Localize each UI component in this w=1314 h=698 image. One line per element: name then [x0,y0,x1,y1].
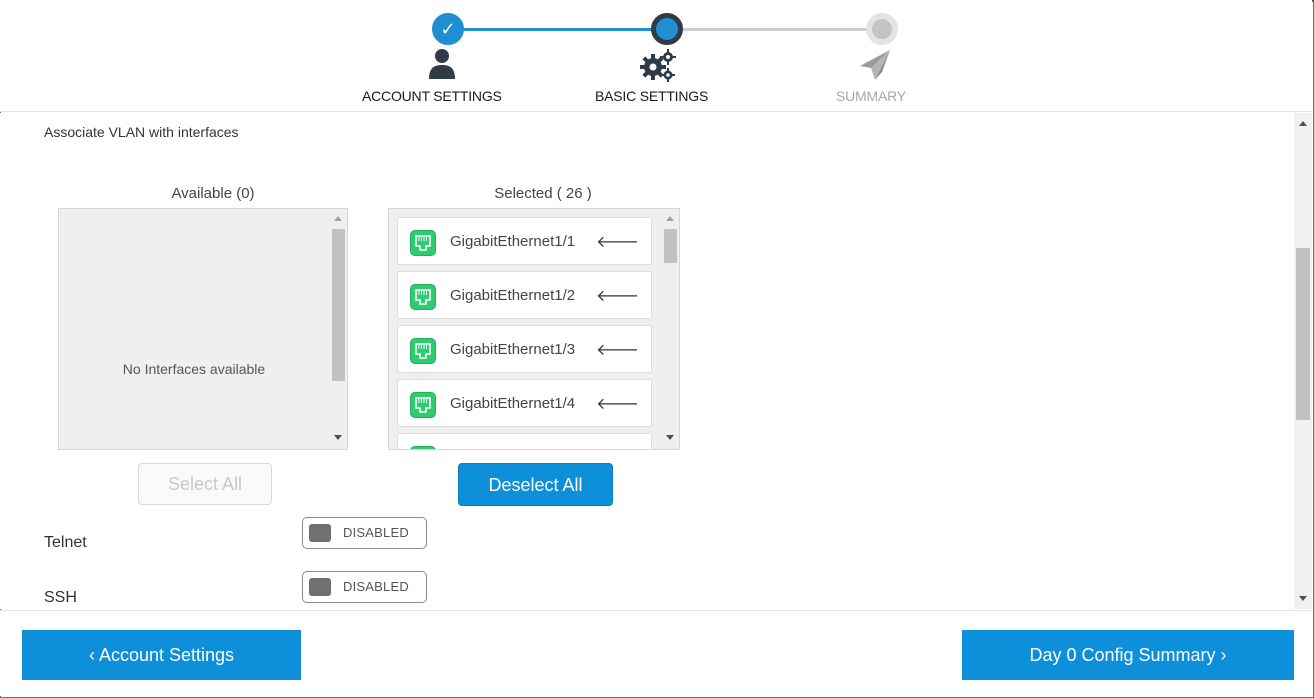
wizard-progress: ✓ ACCOUNT SETTINGS BASIC SETTINGS SUMMAR… [0,0,1312,112]
selected-label: Selected ( 26 ) [494,185,592,202]
list-item[interactable]: GigabitEthernet1/3 🡐 [397,325,652,373]
empty-message: No Interfaces available [122,361,266,377]
scroll-down-icon[interactable] [666,435,674,440]
next-config-summary-button[interactable]: Day 0 Config Summary › [962,630,1294,680]
ethernet-port-icon [410,284,436,310]
interface-name: GigabitEthernet1/2 [450,287,576,304]
selected-interfaces-list[interactable]: GigabitEthernet1/1 🡐 GigabitEthernet1/2 … [388,208,680,450]
toggle-knob [309,578,331,596]
step-label-summary: SUMMARY [836,88,906,104]
back-account-settings-button[interactable]: ‹ Account Settings [22,630,301,680]
scroll-down-icon[interactable] [1299,596,1307,601]
scroll-thumb[interactable] [332,229,345,381]
list-item[interactable] [397,433,652,449]
wizard-footer: ‹ Account Settings Day 0 Config Summary … [0,610,1312,696]
available-label: Available (0) [171,185,255,202]
ethernet-port-icon [410,446,436,449]
interface-name: GigabitEthernet1/1 [450,233,576,250]
progress-track-complete [456,28,666,31]
arrow-left-icon[interactable]: 🡐 [596,393,639,414]
step-label-basic-settings: BASIC SETTINGS [595,88,709,104]
step-summary-indicator [866,13,898,45]
vlan-section-title: Associate VLAN with interfaces [44,124,239,140]
page-scrollbar[interactable] [1294,113,1312,609]
scroll-thumb[interactable] [664,229,677,263]
ssh-toggle[interactable]: DISABLED [302,571,427,603]
arrow-left-icon[interactable]: 🡐 [596,285,639,306]
available-interfaces-list[interactable]: No Interfaces available [58,208,348,450]
scroll-down-icon[interactable] [334,435,342,440]
paper-plane-icon [860,50,890,80]
list-item[interactable]: GigabitEthernet1/1 🡐 [397,217,652,265]
ethernet-port-icon [410,392,436,418]
progress-track-pending [666,28,882,31]
toggle-state: DISABLED [343,525,409,540]
select-all-button[interactable]: Select All [138,463,272,505]
step-account-settings-indicator[interactable]: ✓ [432,13,464,45]
list-item[interactable]: GigabitEthernet1/4 🡐 [397,379,652,427]
gears-icon [640,49,676,82]
check-icon: ✓ [440,19,456,39]
step-label-account-settings: ACCOUNT SETTINGS [362,88,502,104]
ssh-label: SSH [44,589,77,606]
interface-name: GigabitEthernet1/3 [450,341,576,358]
selected-list-scrollbar[interactable] [661,209,679,449]
settings-content[interactable]: Associate VLAN with interfaces Available… [0,113,1312,609]
scroll-thumb[interactable] [1296,248,1310,420]
ethernet-port-icon [410,230,436,256]
scroll-up-icon[interactable] [666,216,674,221]
step-basic-settings-indicator[interactable] [651,13,683,45]
arrow-left-icon[interactable]: 🡐 [596,339,639,360]
telnet-toggle[interactable]: DISABLED [302,517,427,549]
interface-name: GigabitEthernet1/4 [450,395,576,412]
telnet-label: Telnet [44,534,87,551]
ethernet-port-icon [410,338,436,364]
available-list-scrollbar[interactable] [329,209,347,449]
toggle-state: DISABLED [343,579,409,594]
list-item[interactable]: GigabitEthernet1/2 🡐 [397,271,652,319]
scroll-up-icon[interactable] [334,216,342,221]
user-icon [429,49,455,79]
toggle-knob [309,524,331,542]
deselect-all-button[interactable]: Deselect All [458,463,613,506]
arrow-left-icon[interactable]: 🡐 [596,231,639,252]
scroll-up-icon[interactable] [1299,121,1307,126]
